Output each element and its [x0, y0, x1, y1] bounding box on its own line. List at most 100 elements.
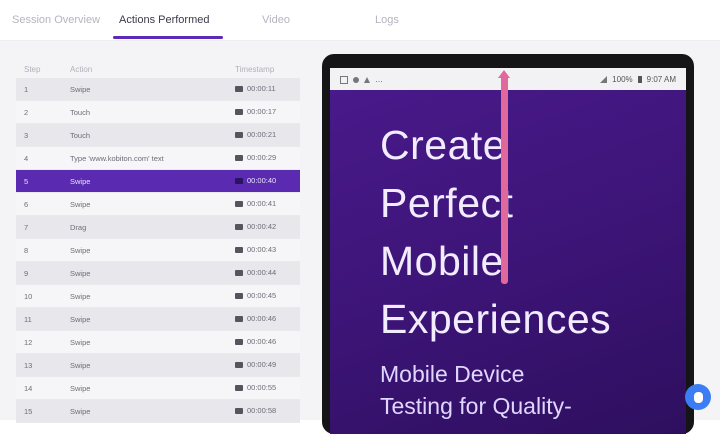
row-timestamp[interactable]: 00:00:49: [235, 360, 276, 369]
row-step: 5: [24, 177, 29, 186]
tab-actions-performed[interactable]: Actions Performed: [119, 14, 209, 26]
row-timestamp[interactable]: 00:00:11: [235, 84, 276, 93]
row-step: 9: [24, 269, 29, 278]
timestamp-value: 00:00:49: [247, 360, 277, 369]
subline-line: Testing for Quality-: [380, 393, 572, 419]
row-step: 3: [24, 131, 29, 140]
row-action: Drag: [70, 223, 87, 232]
video-icon: [235, 407, 243, 414]
video-icon: [235, 315, 243, 322]
row-step: 13: [24, 361, 33, 370]
timestamp-value: 00:00:29: [247, 153, 277, 162]
table-row[interactable]: 7 Drag 00:00:42: [16, 216, 300, 239]
row-timestamp[interactable]: 00:00:40: [235, 176, 276, 185]
device-screen[interactable]: … 100% 9:07 AM Create Perfect Mobile Exp…: [330, 68, 686, 434]
table-row[interactable]: 2 Touch 00:00:17: [16, 101, 300, 124]
battery-icon: [637, 76, 642, 83]
tab-session-overview[interactable]: Session Overview: [12, 14, 100, 26]
row-step: 15: [24, 407, 33, 416]
row-timestamp[interactable]: 00:00:43: [235, 245, 276, 254]
table-header: Step Action Timestamp: [16, 62, 300, 78]
tab-bar: Session Overview Actions Performed Video…: [0, 0, 720, 41]
table-row[interactable]: 8 Swipe 00:00:43: [16, 239, 300, 262]
header-action: Action: [70, 65, 93, 74]
video-icon: [235, 177, 243, 184]
table-row[interactable]: 11 Swipe 00:00:46: [16, 308, 300, 331]
row-timestamp[interactable]: 00:00:46: [235, 337, 276, 346]
row-timestamp[interactable]: 00:00:58: [235, 406, 276, 415]
table-row[interactable]: 13 Swipe 00:00:49: [16, 354, 300, 377]
row-action: Swipe: [70, 269, 91, 278]
table-row[interactable]: 5 Swipe 00:00:40: [16, 170, 300, 193]
swipe-path-indicator: [501, 74, 508, 284]
help-chat-button[interactable]: [685, 384, 711, 410]
row-timestamp[interactable]: 00:00:41: [235, 199, 276, 208]
table-row[interactable]: 4 Type 'www.kobiton.com' text 00:00:29: [16, 147, 300, 170]
timestamp-value: 00:00:42: [247, 222, 277, 231]
hero-subheadline: Mobile Device Testing for Quality-: [380, 358, 572, 422]
table-row[interactable]: 10 Swipe 00:00:45: [16, 285, 300, 308]
video-icon: [235, 246, 243, 253]
timestamp-value: 00:00:55: [247, 383, 277, 392]
row-step: 12: [24, 338, 33, 347]
row-action: Swipe: [70, 384, 91, 393]
video-icon: [235, 292, 243, 299]
row-timestamp[interactable]: 00:00:55: [235, 383, 276, 392]
active-tab-indicator: [113, 36, 223, 39]
row-step: 10: [24, 292, 33, 301]
tab-video[interactable]: Video: [262, 14, 290, 26]
more-icon: …: [375, 75, 383, 84]
table-row[interactable]: 6 Swipe 00:00:41: [16, 193, 300, 216]
row-action: Touch: [70, 131, 91, 140]
row-action: Swipe: [70, 407, 91, 416]
timestamp-value: 00:00:41: [247, 199, 277, 208]
subline-line: Mobile Device: [380, 361, 525, 387]
video-icon: [235, 131, 243, 138]
video-icon: [235, 223, 243, 230]
row-timestamp[interactable]: 00:00:42: [235, 222, 276, 231]
row-action: Swipe: [70, 246, 91, 255]
row-step: 11: [24, 315, 32, 324]
timestamp-value: 00:00:46: [247, 314, 277, 323]
timestamp-value: 00:00:44: [247, 268, 277, 277]
table-row[interactable]: 9 Swipe 00:00:44: [16, 262, 300, 285]
row-step: 14: [24, 384, 33, 393]
device-frame: … 100% 9:07 AM Create Perfect Mobile Exp…: [322, 54, 694, 434]
notification-icon: [340, 75, 348, 84]
table-row[interactable]: 12 Swipe 00:00:46: [16, 331, 300, 354]
video-icon: [235, 85, 243, 92]
headline-line: Mobile: [380, 238, 504, 284]
row-timestamp[interactable]: 00:00:17: [235, 107, 276, 116]
video-icon: [235, 200, 243, 207]
actions-table: Step Action Timestamp 1 Swipe 00:00:11 2 Tou…: [16, 62, 300, 423]
row-action: Swipe: [70, 200, 91, 209]
row-timestamp[interactable]: 00:00:44: [235, 268, 276, 277]
row-timestamp[interactable]: 00:00:29: [235, 153, 276, 162]
video-icon: [235, 154, 243, 161]
row-step: 2: [24, 108, 29, 117]
row-step: 7: [24, 223, 29, 232]
status-time: 9:07 AM: [646, 75, 676, 84]
row-action: Swipe: [70, 315, 91, 324]
video-icon: [235, 269, 243, 276]
row-action: Swipe: [70, 85, 91, 94]
timestamp-value: 00:00:17: [247, 107, 277, 116]
table-row[interactable]: 3 Touch 00:00:21: [16, 124, 300, 147]
signal-icon: [600, 76, 608, 83]
timestamp-value: 00:00:40: [247, 176, 277, 185]
row-timestamp[interactable]: 00:00:46: [235, 314, 276, 323]
row-step: 4: [24, 154, 29, 163]
tab-logs[interactable]: Logs: [375, 14, 399, 26]
timestamp-value: 00:00:11: [247, 84, 276, 93]
table-body: 1 Swipe 00:00:11 2 Touch 00:00:17 3 Touch 00:00:…: [16, 78, 300, 423]
row-action: Type 'www.kobiton.com' text: [70, 154, 164, 163]
table-row[interactable]: 14 Swipe 00:00:55: [16, 377, 300, 400]
header-timestamp: Timestamp: [235, 65, 275, 74]
table-row[interactable]: 1 Swipe 00:00:11: [16, 78, 300, 101]
row-step: 8: [24, 246, 29, 255]
headline-line: Perfect: [380, 180, 514, 226]
row-action: Touch: [70, 108, 91, 117]
row-timestamp[interactable]: 00:00:45: [235, 291, 276, 300]
row-timestamp[interactable]: 00:00:21: [235, 130, 276, 139]
row-action: Swipe: [70, 177, 91, 186]
